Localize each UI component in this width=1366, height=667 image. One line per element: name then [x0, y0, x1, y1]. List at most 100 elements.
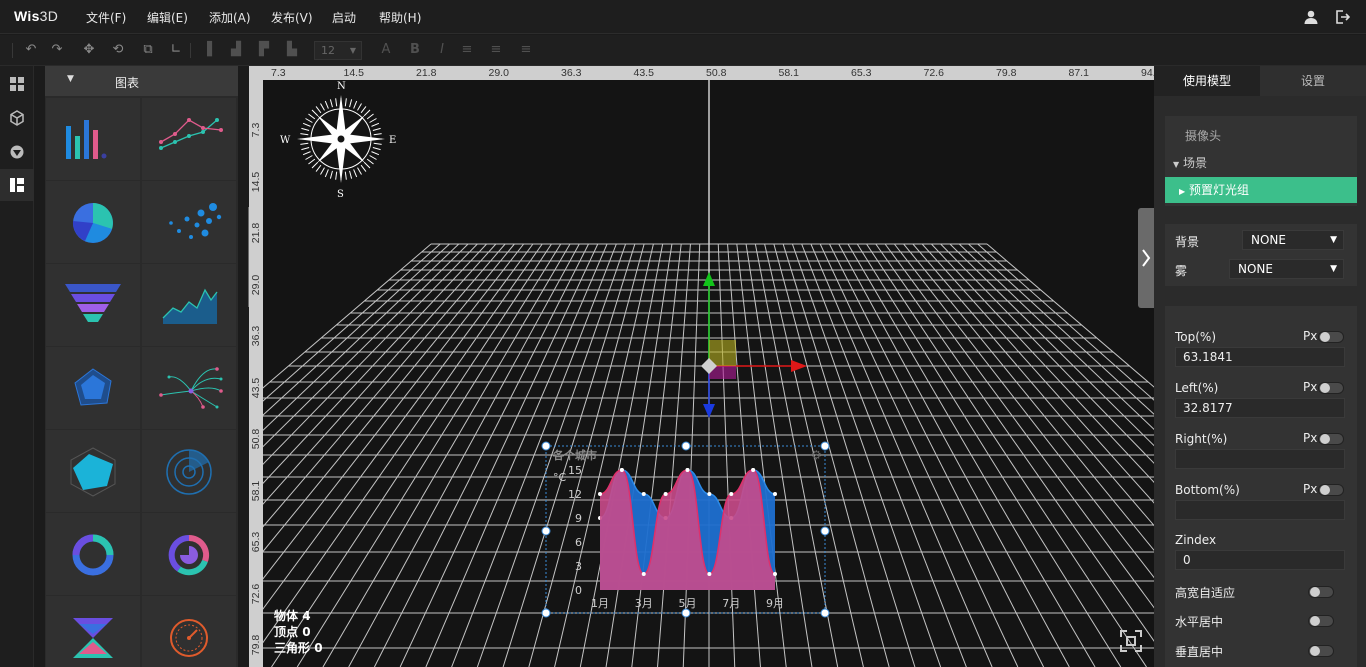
logout-icon[interactable]	[1334, 9, 1350, 25]
y-tick-label: 9	[575, 512, 582, 525]
background-select[interactable]: NONE ▼	[1242, 230, 1344, 250]
resize-handle[interactable]	[820, 608, 830, 618]
align-top-icon[interactable]: ▛	[255, 41, 273, 59]
fog-select[interactable]: NONE ▼	[1229, 259, 1344, 279]
menu-launch[interactable]: 启动	[332, 9, 356, 26]
font-size-select[interactable]: 12 ▼	[314, 41, 362, 60]
auto-size-toggle[interactable]	[1308, 586, 1334, 598]
top-px-toggle[interactable]	[1318, 331, 1344, 343]
chart-panel-icon[interactable]	[0, 169, 34, 201]
undo-icon[interactable]: ↶	[22, 41, 40, 59]
ring-progress-item[interactable]	[142, 513, 236, 595]
menu-add[interactable]: 添加(A)	[209, 9, 251, 26]
area-chart-item[interactable]	[142, 264, 236, 346]
auto-size-label: 高宽自适应	[1175, 586, 1236, 600]
align-left-icon[interactable]: ▐	[198, 41, 216, 59]
ruler-top-label: 21.8	[416, 67, 437, 79]
text-left-icon[interactable]: ≡	[458, 41, 476, 59]
chart-settings-icon[interactable]: ⚙	[811, 448, 822, 462]
ruler-left-label: 50.8	[250, 428, 262, 450]
ruler-left-label: 43.5	[250, 377, 262, 398]
text-right-icon[interactable]: ≡	[517, 41, 535, 59]
text-center-icon[interactable]: ≡	[487, 41, 505, 59]
layout-properties: Top(%) Px 63.1841 Left(%) Px 32.8177 Rig…	[1165, 306, 1357, 667]
angle-icon[interactable]: ∟	[167, 41, 185, 59]
center-horizontal-toggle[interactable]	[1308, 615, 1334, 627]
grid-icon[interactable]	[0, 68, 34, 100]
radar-chart-item[interactable]	[46, 347, 140, 429]
tree-item-scene[interactable]: ▼ 场景	[1165, 150, 1357, 176]
material-icon[interactable]	[0, 136, 34, 168]
ruler-top-label: 7.3	[271, 67, 286, 79]
scatter-chart-item[interactable]	[142, 181, 236, 263]
hourglass-icon	[73, 618, 113, 658]
gizmo-y-arrow[interactable]	[703, 272, 715, 286]
align-right-icon[interactable]: ▟	[227, 41, 245, 59]
bottom-px-toggle[interactable]	[1318, 484, 1344, 496]
collapse-right-panel-handle[interactable]	[1138, 208, 1154, 308]
compass-icon: N S E W	[280, 81, 396, 200]
bar-chart-item[interactable]	[46, 98, 140, 180]
ruler-left-label: 36.3	[250, 325, 262, 347]
ruler-top-label: 94.4	[1141, 67, 1154, 79]
left-input[interactable]: 32.8177	[1175, 398, 1345, 418]
gizmo-x-arrow[interactable]	[791, 360, 807, 372]
bottom-input[interactable]	[1175, 500, 1345, 520]
resize-handle[interactable]	[681, 441, 691, 451]
x-tick-label: 5月	[679, 597, 697, 610]
font-color-icon[interactable]: A	[377, 41, 395, 59]
scene-stats: 物体 4 顶点 0 三角形 0	[274, 608, 323, 656]
align-bottom-icon[interactable]: ▙	[283, 41, 301, 59]
compass-s-label: S	[337, 189, 344, 200]
tree-item-preset-lights[interactable]: ▶ 预置灯光组	[1165, 177, 1357, 203]
menu-publish[interactable]: 发布(V)	[271, 9, 313, 26]
move-icon[interactable]: ✥	[80, 41, 98, 59]
polygon-radar-item[interactable]	[46, 430, 140, 512]
cube-icon[interactable]	[0, 102, 34, 134]
app-logo: Wis3D	[14, 8, 59, 24]
caret-down-icon: ▼	[1173, 160, 1180, 169]
tab-settings[interactable]: 设置	[1260, 66, 1366, 96]
fit-view-icon[interactable]	[1119, 629, 1143, 653]
tab-use-model[interactable]: 使用模型	[1154, 66, 1260, 96]
scene-canvas[interactable]: N S E W 各个城市 °C ⚙ 0 3 6 9 12 15 1月 3月 5月 7月 9月	[249, 66, 1154, 667]
rotate-icon[interactable]: ⟲	[109, 41, 127, 59]
data-point	[598, 492, 602, 496]
left-label: Left(%)	[1175, 381, 1219, 395]
top-input[interactable]: 63.1841	[1175, 347, 1345, 367]
hourglass-item[interactable]	[46, 596, 140, 667]
center-vertical-toggle[interactable]	[1308, 645, 1334, 657]
scene-chart-widget[interactable]: 各个城市 °C ⚙ 0 3 6 9 12 15 1月 3月 5月 7月 9月	[541, 441, 830, 618]
resize-handle[interactable]	[681, 608, 691, 618]
scale-icon[interactable]: ⧉	[139, 41, 157, 59]
collapse-icon[interactable]: ▼	[67, 74, 74, 84]
user-icon[interactable]	[1303, 9, 1319, 25]
line-chart-item[interactable]	[142, 98, 236, 180]
menu-file[interactable]: 文件(F)	[86, 9, 126, 26]
bold-icon[interactable]: B	[406, 41, 424, 59]
funnel-chart-item[interactable]	[46, 264, 140, 346]
ring-chart-item[interactable]	[46, 513, 140, 595]
menu-edit[interactable]: 编辑(E)	[147, 9, 188, 26]
tree-item-camera[interactable]: 摄像头	[1165, 123, 1357, 149]
3d-viewport[interactable]: N S E W 各个城市 °C ⚙ 0 3 6 9 12 15 1月 3月 5月 7月 9月 7.3 14…	[249, 66, 1154, 667]
redo-icon[interactable]: ↷	[48, 41, 66, 59]
resize-handle[interactable]	[541, 441, 551, 451]
left-px-label: Px	[1303, 380, 1318, 394]
left-px-toggle[interactable]	[1318, 382, 1344, 394]
resize-handle[interactable]	[820, 441, 830, 451]
resize-handle[interactable]	[820, 526, 830, 536]
radar-scan-item[interactable]	[142, 430, 236, 512]
right-input[interactable]	[1175, 449, 1345, 469]
menu-help[interactable]: 帮助(H)	[379, 9, 421, 26]
panel-header[interactable]: ▼ 图表	[45, 66, 238, 96]
zindex-input[interactable]: 0	[1175, 550, 1345, 570]
y-tick-label: 6	[575, 536, 582, 549]
resize-handle[interactable]	[541, 608, 551, 618]
flow-lines-item[interactable]	[142, 347, 236, 429]
pie-chart-item[interactable]	[46, 181, 140, 263]
gauge-item[interactable]	[142, 596, 236, 667]
resize-handle[interactable]	[541, 526, 551, 536]
italic-icon[interactable]: I	[433, 41, 451, 59]
right-px-toggle[interactable]	[1318, 433, 1344, 445]
